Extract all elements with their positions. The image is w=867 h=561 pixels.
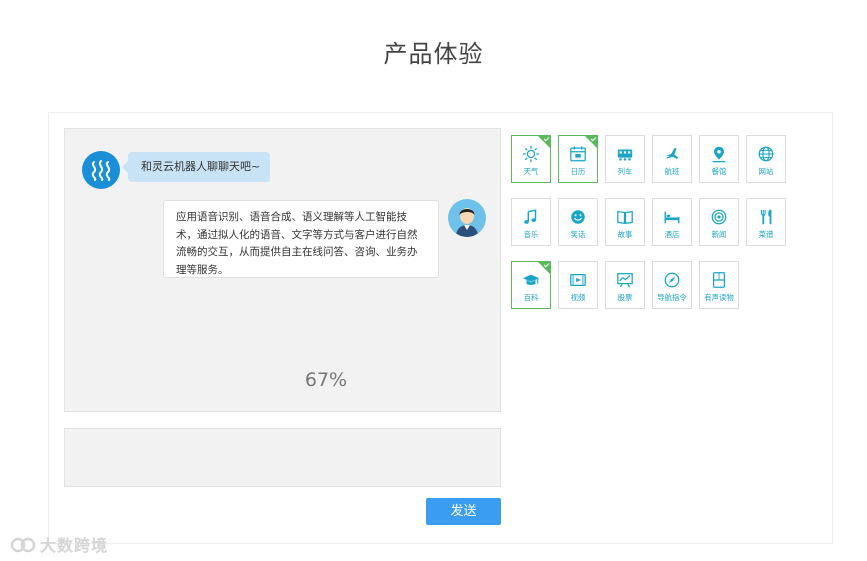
skill-tile-label: 有声读物 [704, 293, 734, 302]
skill-tile-label: 笑话 [570, 230, 586, 239]
send-button[interactable]: 发送 [426, 498, 501, 525]
progress-text: 67% [304, 369, 348, 391]
skill-tile-label: 日历 [570, 167, 586, 176]
bot-message: 和灵云机器人聊聊天吧~ [122, 152, 270, 182]
watermark-text: 大数跨境 [40, 536, 109, 555]
skill-tile[interactable]: 酒店 [652, 198, 692, 246]
location-pin-icon [700, 145, 738, 163]
skill-tile[interactable]: 有声读物 [699, 261, 739, 309]
message-input[interactable] [64, 428, 501, 487]
fork-knife-icon [747, 208, 785, 226]
skill-tile[interactable]: 笑话 [558, 198, 598, 246]
train-icon [606, 145, 644, 163]
skill-tile[interactable]: 日历 [558, 135, 598, 183]
skill-tile-label: 菜谱 [758, 230, 774, 239]
book-icon [606, 208, 644, 226]
check-icon [585, 136, 597, 148]
chat-area: 和灵云机器人聊聊天吧~ 应用语音识别、语音合成、语义理解等人工智能技术，通过拟人… [64, 128, 501, 412]
skill-tile-label: 音乐 [523, 230, 539, 239]
skill-tile-label: 网站 [758, 167, 774, 176]
smiley-icon [559, 208, 597, 226]
skill-tile[interactable]: 菜谱 [746, 198, 786, 246]
skill-tile-label: 酒店 [664, 230, 680, 239]
bot-avatar [82, 151, 120, 189]
skill-tile[interactable]: 股票 [605, 261, 645, 309]
plane-icon [653, 145, 691, 163]
globe-icon [747, 145, 785, 163]
skill-tile[interactable]: 视频 [558, 261, 598, 309]
chart-icon [606, 271, 644, 289]
skill-tile[interactable]: 餐馆 [699, 135, 739, 183]
video-icon [559, 271, 597, 289]
target-icon [700, 208, 738, 226]
skill-tile[interactable]: 音乐 [511, 198, 551, 246]
skill-tile-label: 百科 [523, 293, 539, 302]
compass-icon [653, 271, 691, 289]
music-note-icon [512, 208, 550, 226]
audiobook-icon [700, 271, 738, 289]
skill-tile-label: 导航指令 [657, 293, 687, 302]
user-avatar [448, 199, 486, 237]
check-icon [538, 136, 550, 148]
user-message: 应用语音识别、语音合成、语义理解等人工智能技术，通过拟人化的语音、文字等方式与客… [163, 200, 439, 278]
skill-tile-label: 新闻 [711, 230, 727, 239]
skill-tile[interactable]: 天气 [511, 135, 551, 183]
skill-tile[interactable]: 列车 [605, 135, 645, 183]
skill-tile-label: 故事 [617, 230, 633, 239]
skill-tile[interactable]: 航班 [652, 135, 692, 183]
watermark-logo-icon [10, 536, 36, 558]
skill-tile-label: 餐馆 [711, 167, 727, 176]
skill-tile[interactable]: 网站 [746, 135, 786, 183]
skill-tile[interactable]: 故事 [605, 198, 645, 246]
skill-tile-label: 列车 [617, 167, 633, 176]
skill-tile-label: 天气 [523, 167, 539, 176]
skill-tile[interactable]: 导航指令 [652, 261, 692, 309]
skill-tile-label: 视频 [570, 293, 586, 302]
skill-tile-label: 股票 [617, 293, 633, 302]
skill-tile-label: 航班 [664, 167, 680, 176]
page-title: 产品体验 [383, 40, 484, 68]
skill-tile[interactable]: 百科 [511, 261, 551, 309]
bed-icon [653, 208, 691, 226]
watermark: 大数跨境 [10, 532, 108, 558]
skill-tile[interactable]: 新闻 [699, 198, 739, 246]
check-icon [538, 262, 550, 274]
